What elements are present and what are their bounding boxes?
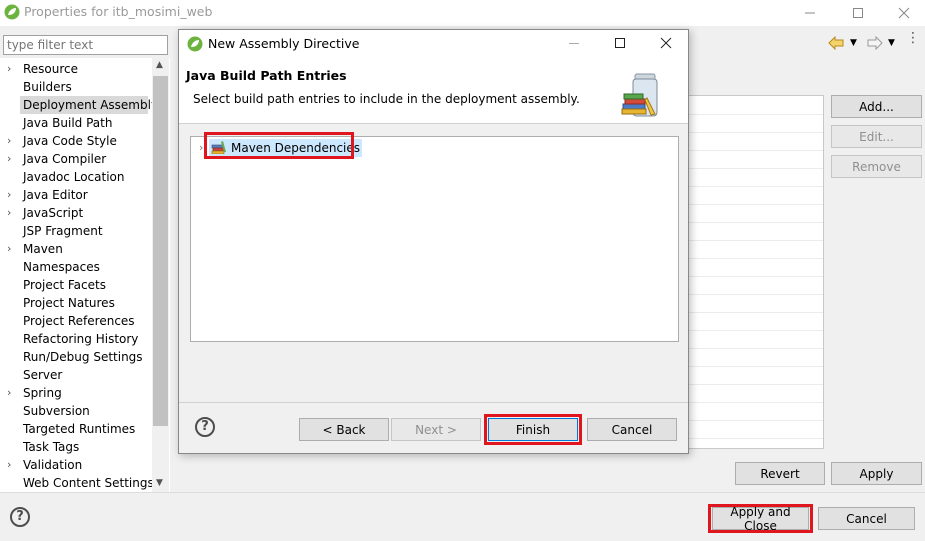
view-menu-icon[interactable]: ⋮	[906, 31, 920, 45]
spring-leaf-icon	[187, 36, 203, 55]
finish-highlight	[484, 414, 582, 445]
window-title: Properties for itb_mosimi_web	[24, 4, 213, 19]
build-path-entries-list[interactable]: › Maven Dependencies	[190, 136, 679, 342]
tree-item[interactable]: JSP Fragment	[23, 222, 103, 240]
tree-item[interactable]: Web Content Settings	[23, 474, 154, 492]
maven-dependencies-highlight	[204, 132, 354, 159]
tree-item[interactable]: Subversion	[23, 402, 90, 420]
tree-scroll-thumb[interactable]	[153, 76, 168, 426]
spring-leaf-icon	[4, 4, 20, 23]
properties-tree: › Resource Builders Deployment Assembly Java…	[0, 58, 170, 492]
dialog-header-description: Select build path entries to include in …	[193, 92, 580, 106]
window-titlebar: Properties for itb_mosimi_web	[0, 0, 925, 26]
maven-expander-icon[interactable]: ›	[199, 141, 203, 154]
tree-item[interactable]: Run/Debug Settings	[23, 348, 143, 366]
dialog-close-icon[interactable]	[660, 37, 672, 52]
tree-item[interactable]: Resource	[23, 60, 78, 78]
new-assembly-directive-dialog: New Assembly Directive Java Build Path E…	[178, 29, 689, 454]
tree-expander-icon[interactable]: ›	[7, 60, 17, 78]
remove-button[interactable]: Remove	[831, 155, 922, 178]
tree-item[interactable]: Validation	[23, 456, 82, 474]
dialog-titlebar: New Assembly Directive	[179, 30, 688, 58]
tree-item[interactable]: Project Natures	[23, 294, 115, 312]
tree-expander-icon[interactable]: ›	[7, 132, 17, 150]
tree-expander-icon[interactable]: ›	[7, 204, 17, 222]
apply-and-close-highlight	[708, 504, 813, 533]
tree-item[interactable]: Project Facets	[23, 276, 106, 294]
library-jar-icon	[619, 70, 669, 121]
dialog-help-icon[interactable]: ?	[195, 417, 215, 437]
apply-button[interactable]: Apply	[831, 462, 922, 485]
tree-item[interactable]: Namespaces	[23, 258, 100, 276]
filter-input[interactable]	[3, 35, 168, 55]
dialog-title: New Assembly Directive	[208, 36, 360, 51]
scroll-up-icon[interactable]: ▲	[156, 60, 163, 70]
tree-expander-icon[interactable]: ›	[7, 150, 17, 168]
tree-item[interactable]: JavaScript	[23, 204, 83, 222]
tree-item[interactable]: Builders	[23, 78, 72, 96]
tree-item[interactable]: Server	[23, 366, 62, 384]
cancel-button[interactable]: Cancel	[818, 507, 915, 530]
scroll-down-icon[interactable]: ▼	[156, 478, 163, 488]
dialog-cancel-button[interactable]: Cancel	[587, 418, 677, 441]
tree-item[interactable]: Java Code Style	[23, 132, 117, 150]
back-arrow-icon[interactable]	[828, 35, 844, 53]
dialog-footer-separator	[179, 402, 688, 403]
dialog-header-title: Java Build Path Entries	[186, 68, 347, 83]
close-button[interactable]	[881, 0, 925, 26]
tree-item[interactable]: Refactoring History	[23, 330, 138, 348]
tree-item[interactable]: Maven	[23, 240, 63, 258]
back-button[interactable]: < Back	[299, 418, 389, 441]
back-menu-icon[interactable]: ▼	[850, 38, 857, 48]
minimize-button[interactable]	[787, 0, 833, 26]
dialog-minimize-icon[interactable]	[569, 43, 579, 44]
tree-expander-icon[interactable]: ›	[7, 186, 17, 204]
tree-item[interactable]: Java Compiler	[23, 150, 106, 168]
tree-expander-icon[interactable]: ›	[7, 456, 17, 474]
tree-item[interactable]: Deployment Assembly	[20, 96, 158, 114]
tree-item[interactable]: Project References	[23, 312, 135, 330]
tree-item[interactable]: Javadoc Location	[23, 168, 124, 186]
dialog-header: Java Build Path Entries Select build pat…	[179, 58, 688, 124]
tree-item[interactable]: Java Editor	[23, 186, 88, 204]
tree-item[interactable]: Task Tags	[23, 438, 79, 456]
edit-button[interactable]: Edit...	[831, 125, 922, 148]
tree-item[interactable]: Targeted Runtimes	[23, 420, 135, 438]
tree-item[interactable]: Spring	[23, 384, 62, 402]
maximize-button[interactable]	[835, 0, 881, 26]
tree-expander-icon[interactable]: ›	[7, 240, 17, 258]
help-icon[interactable]: ?	[10, 507, 30, 527]
next-button[interactable]: Next >	[391, 418, 481, 441]
revert-button[interactable]: Revert	[735, 462, 825, 485]
forward-arrow-icon[interactable]	[867, 35, 883, 53]
dialog-maximize-icon[interactable]	[614, 37, 626, 52]
forward-menu-icon[interactable]: ▼	[888, 38, 895, 48]
tree-item[interactable]: Java Build Path	[23, 114, 112, 132]
tree-expander-icon[interactable]: ›	[7, 384, 17, 402]
add-button[interactable]: Add...	[831, 95, 922, 118]
